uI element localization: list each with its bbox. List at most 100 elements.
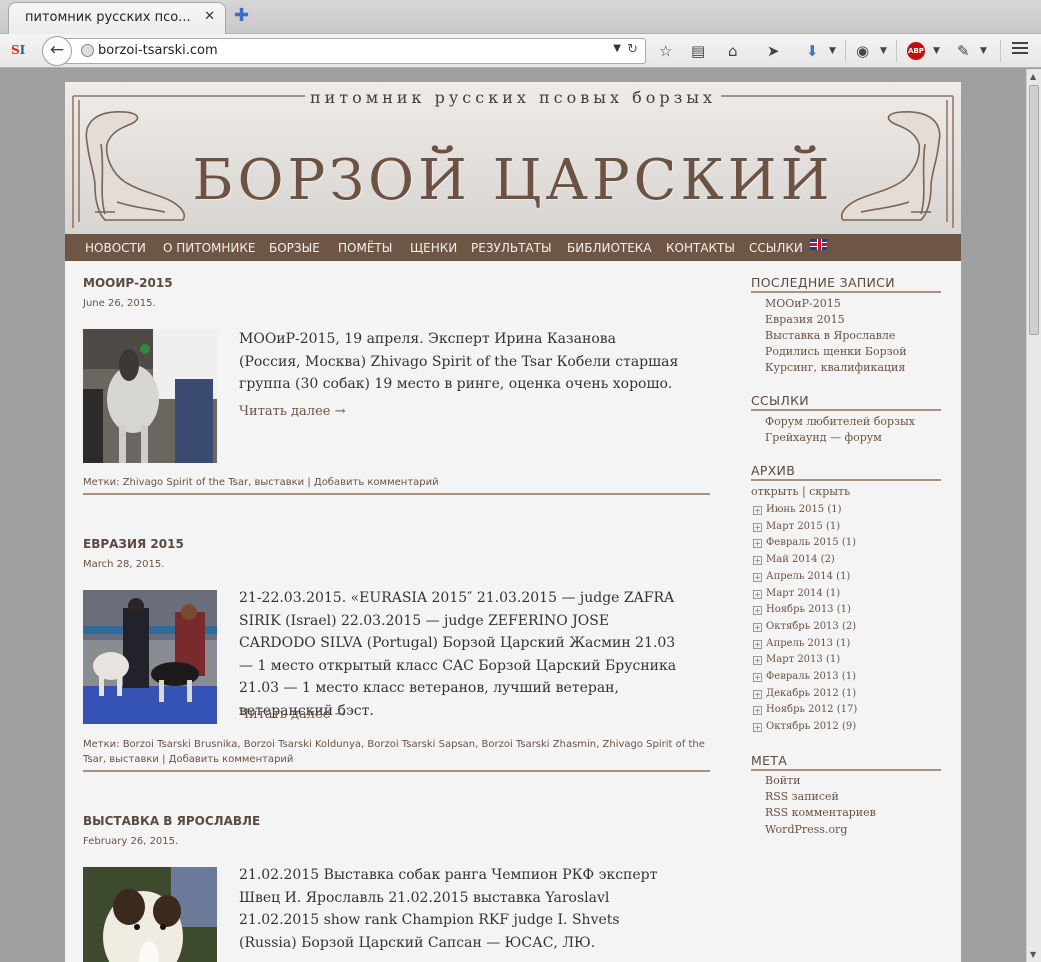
archive-month-item[interactable]: + Декабрь 2012 (1) [753,688,856,699]
read-more-link[interactable]: Читать далее → [239,404,345,419]
adblock-dropdown-icon[interactable]: ▼ [933,46,940,56]
privacy-dropdown-icon[interactable]: ▼ [880,46,887,56]
archive-month-item[interactable]: + Март 2015 (1) [753,521,840,532]
download-icon[interactable]: ⬇ [806,42,819,60]
nav-item-puppies[interactable]: ЩЕНКИ [410,241,457,255]
archive-month-label[interactable]: Февраль 2015 (1) [766,537,856,548]
download-dropdown-icon[interactable]: ▼ [829,46,836,56]
post-meta[interactable]: Метки: Borzoi Tsarski Brusnika, Borzoi T… [83,737,710,772]
archive-month-item[interactable]: + Май 2014 (2) [753,554,835,566]
archive-month-label[interactable]: Октябрь 2013 (2) [766,621,856,632]
archive-month-item[interactable]: + Октябрь 2013 (2) [753,621,856,632]
expand-plus-icon[interactable]: + [753,589,762,599]
expand-plus-icon[interactable]: + [753,572,762,582]
browser-tab[interactable]: питомник русских псо... ✕ [8,2,226,34]
expand-plus-icon[interactable]: + [753,673,762,682]
archive-month-item[interactable]: + Февраль 2013 (1) [753,671,856,682]
expand-plus-icon[interactable]: + [753,689,762,699]
back-button[interactable]: ← [42,36,72,66]
menu-icon[interactable] [1012,42,1028,57]
site-header[interactable]: питомник русских псовых борзых БОРЗОЙ ЦА… [65,82,961,234]
bookmark-star-icon[interactable]: ☆ [659,42,672,60]
scroll-up-arrow-icon[interactable]: ▲ [1030,72,1036,81]
archive-month-item[interactable]: + Февраль 2015 (1) [753,537,856,549]
nav-item-contacts[interactable]: КОНТАКТЫ [666,241,735,255]
nav-item-news[interactable]: НОВОСТИ [85,241,146,255]
english-flag-icon[interactable] [810,239,827,250]
external-link[interactable]: Форум любителей борзых [765,415,915,428]
home-icon[interactable]: ⌂ [728,42,738,60]
reload-icon[interactable]: ↻ [627,42,638,57]
archive-month-label[interactable]: Ноябрь 2013 (1) [766,604,851,615]
meta-link-login[interactable]: Войти [765,774,800,787]
extension-si-icon[interactable]: SI [11,43,25,57]
archive-month-label[interactable]: Март 2014 (1) [766,588,840,599]
post-meta[interactable]: Метки: Zhivago Spirit of the Tsar, выста… [83,475,710,495]
archive-month-item[interactable]: + Июнь 2015 (1) [753,504,842,515]
expand-plus-icon[interactable]: + [753,656,762,666]
post-title[interactable]: ВЫСТАВКА В ЯРОСЛАВЛЕ [83,814,260,828]
meta-link-rss-comments[interactable]: RSS комментариев [765,806,876,819]
recent-post-link[interactable]: Евразия 2015 [765,313,845,326]
new-tab-icon[interactable]: ✚ [234,5,249,26]
archive-month-item[interactable]: + Октябрь 2012 (9) [753,721,856,733]
post-thumbnail[interactable] [83,867,217,962]
expand-plus-icon[interactable]: + [753,606,762,616]
adblock-plus-icon[interactable]: ABP [907,42,925,60]
archive-month-label[interactable]: Апрель 2014 (1) [766,571,850,582]
url-text[interactable]: borzoi-tsarski.com [98,43,218,58]
recent-post-link[interactable]: Выставка в Ярославле [765,329,895,342]
archive-month-item[interactable]: + Март 2014 (1) [753,588,840,599]
expand-plus-icon[interactable]: + [753,622,762,632]
post-thumbnail[interactable] [83,590,217,724]
url-history-dropdown-icon[interactable]: ▼ [613,43,621,54]
close-tab-icon[interactable]: ✕ [204,9,215,24]
archive-toggle[interactable]: открыть | скрыть [751,485,850,498]
expand-plus-icon[interactable]: + [753,506,762,515]
reading-list-icon[interactable]: ▤ [691,42,705,60]
recent-post-link[interactable]: МООиР-2015 [765,297,841,310]
archive-month-label[interactable]: Февраль 2013 (1) [766,671,856,682]
archive-month-label[interactable]: Июнь 2015 (1) [766,504,842,515]
expand-plus-icon[interactable]: + [753,522,762,532]
archive-month-label[interactable]: Март 2015 (1) [766,521,840,532]
recent-post-link[interactable]: Курсинг, квалификация [765,361,905,374]
nav-item-about[interactable]: О ПИТОМНИКЕ [163,241,256,255]
send-icon[interactable]: ➤ [767,42,780,60]
privacy-icon[interactable]: ◉ [856,42,869,60]
extension-dropdown-icon[interactable]: ▼ [980,46,987,56]
nav-item-library[interactable]: БИБЛИОТЕКА [567,241,652,255]
expand-plus-icon[interactable]: + [753,706,762,716]
post-title[interactable]: ЕВРАЗИЯ 2015 [83,537,184,551]
archive-month-label[interactable]: Ноябрь 2012 (17) [766,704,857,715]
expand-plus-icon[interactable]: + [753,539,762,549]
archive-month-item[interactable]: + Апрель 2014 (1) [753,571,850,582]
archive-month-item[interactable]: + Ноябрь 2012 (17) [753,704,857,716]
archive-month-label[interactable]: Декабрь 2012 (1) [766,688,856,699]
archive-month-label[interactable]: Март 2013 (1) [766,654,840,665]
read-more-link[interactable]: Читать далее → [239,707,345,722]
expand-plus-icon[interactable]: + [753,723,762,733]
nav-item-results[interactable]: РЕЗУЛЬТАТЫ [471,241,552,255]
post-thumbnail[interactable] [83,329,217,463]
external-link[interactable]: Грейхаунд — форум [765,431,882,444]
archive-month-label[interactable]: Май 2014 (2) [766,554,835,565]
nav-item-borzoi[interactable]: БОРЗЫЕ [269,241,320,255]
expand-plus-icon[interactable]: + [753,639,762,649]
extension-icon[interactable]: ✎ [957,42,970,60]
url-bar[interactable]: borzoi-tsarski.com ▼ ↻ [60,38,646,64]
expand-plus-icon[interactable]: + [753,556,762,566]
nav-item-links[interactable]: ССЫЛКИ [749,241,803,255]
archive-month-item[interactable]: + Апрель 2013 (1) [753,638,850,649]
scroll-down-arrow-icon[interactable]: ▼ [1030,950,1036,959]
scrollbar-thumb[interactable] [1029,85,1039,335]
meta-link-wordpress[interactable]: WordPress.org [765,823,847,836]
site-title[interactable]: БОРЗОЙ ЦАРСКИЙ [65,148,961,213]
vertical-scrollbar[interactable]: ▲ ▼ [1026,69,1041,962]
post-title[interactable]: МООИР-2015 [83,276,173,290]
archive-month-label[interactable]: Октябрь 2012 (9) [766,721,856,732]
nav-item-litters[interactable]: ПОМЁТЫ [338,241,392,255]
recent-post-link[interactable]: Родились щенки Борзой [765,345,907,358]
archive-month-label[interactable]: Апрель 2013 (1) [766,638,850,649]
meta-link-rss-posts[interactable]: RSS записей [765,790,839,803]
